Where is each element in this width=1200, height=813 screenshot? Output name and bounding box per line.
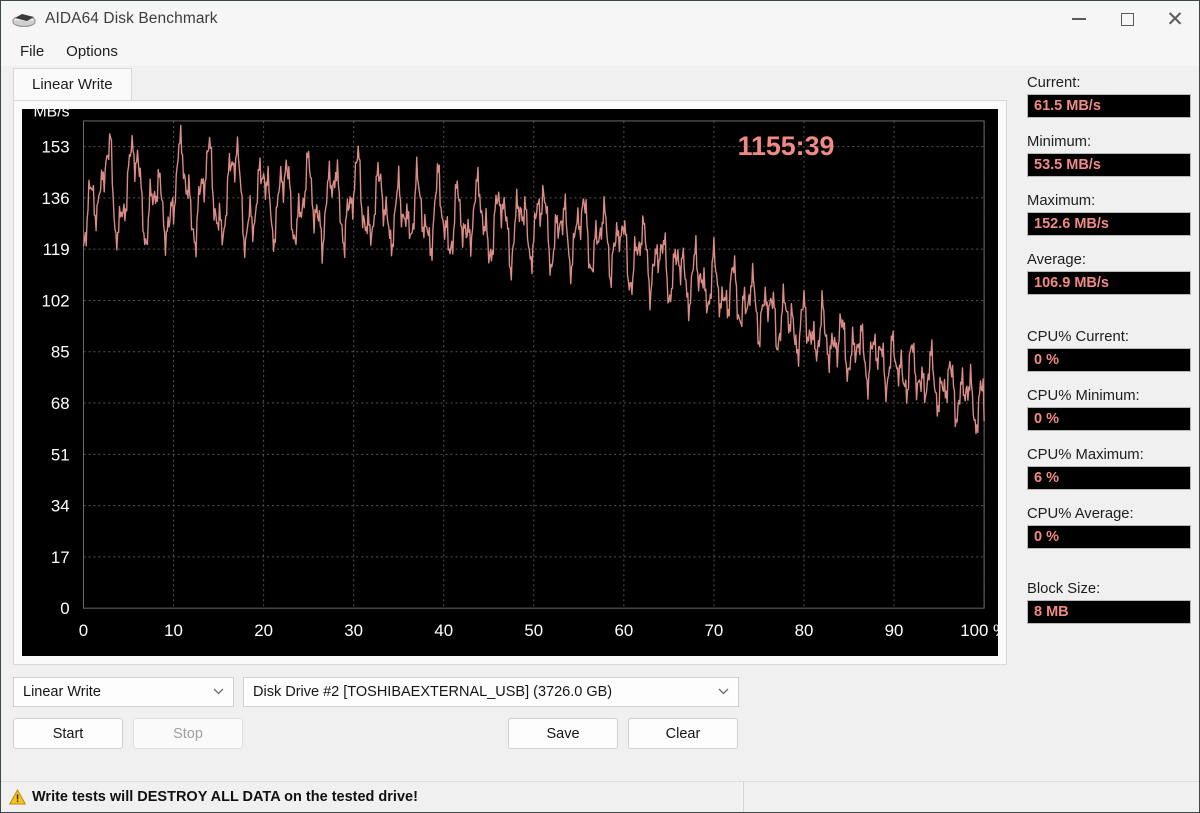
x-axis-tick-label: 0 (79, 621, 88, 640)
y-axis-tick-label: 68 (51, 394, 70, 413)
menu-item-options[interactable]: Options (57, 40, 127, 63)
x-axis-tick-label: 80 (795, 621, 814, 640)
stat-cpu-maximum: CPU% Maximum: 6 % (1027, 447, 1191, 490)
save-button[interactable]: Save (508, 718, 618, 749)
y-axis-tick-label: 34 (51, 497, 70, 516)
disk-drive-value: Disk Drive #2 [TOSHIBAEXTERNAL_USB] (372… (253, 684, 613, 700)
benchmark-chart: 0 17 34 51 68 85 102 119 136 153 MB/s 0 10 20 30 40 50 60… (22, 109, 998, 656)
title-bar: AIDA64 Disk Benchmark ✕ (1, 1, 1199, 37)
tab-strip: Linear Write (1, 66, 1019, 100)
clear-button[interactable]: Clear (628, 718, 738, 749)
stat-label: CPU% Average: (1027, 506, 1134, 522)
tab-linear-write[interactable]: Linear Write (13, 68, 132, 100)
chevron-down-icon (213, 687, 227, 698)
window-title: AIDA64 Disk Benchmark (45, 10, 218, 27)
disk-drive-select[interactable]: Disk Drive #2 [TOSHIBAEXTERNAL_USB] (372… (243, 677, 739, 707)
stat-label: CPU% Current: (1027, 329, 1129, 345)
maximize-button[interactable] (1103, 1, 1151, 37)
x-axis-tick-label: 30 (344, 621, 363, 640)
stat-value: 152.6 MB/s (1027, 212, 1191, 236)
stat-value: 6 % (1027, 466, 1191, 490)
maximize-icon (1120, 12, 1134, 26)
stat-value: 106.9 MB/s (1027, 271, 1191, 295)
y-axis-unit-label: MB/s (33, 109, 69, 121)
stat-value: 0 % (1027, 348, 1191, 372)
stat-value: 8 MB (1027, 600, 1191, 624)
y-axis-tick-label: 136 (42, 189, 70, 208)
window-body: Linear Write 0 17 34 51 68 85 102 119 136 153 MB/s… (1, 66, 1199, 781)
stats-panel: Current: 61.5 MB/s Minimum: 53.5 MB/s Ma… (1019, 66, 1199, 781)
x-axis-tick-label: 60 (614, 621, 633, 640)
stat-value: 61.5 MB/s (1027, 94, 1191, 118)
disk-drive-icon (9, 8, 39, 30)
stat-label: Current: (1027, 75, 1081, 91)
stat-value: 0 % (1027, 407, 1191, 431)
stat-maximum: Maximum: 152.6 MB/s (1027, 193, 1191, 236)
aida64-disk-benchmark-window: AIDA64 Disk Benchmark ✕ File Options Lin… (0, 0, 1200, 813)
close-button[interactable]: ✕ (1151, 1, 1199, 37)
stat-label: Maximum: (1027, 193, 1096, 209)
menu-bar: File Options (1, 37, 1199, 66)
x-axis-tick-label: 20 (254, 621, 273, 640)
status-warning-text: Write tests will DESTROY ALL DATA on the… (32, 789, 418, 805)
test-mode-value: Linear Write (23, 684, 101, 700)
elapsed-timer: 1155:39 (738, 131, 835, 161)
stat-value: 0 % (1027, 525, 1191, 549)
chart-svg: 0 17 34 51 68 85 102 119 136 153 MB/s 0 10 20 30 40 50 60… (33, 109, 998, 640)
y-axis-tick-label: 51 (51, 445, 70, 464)
stop-button[interactable]: Stop (133, 718, 243, 749)
stat-label: Block Size: (1027, 581, 1101, 597)
stat-label: Minimum: (1027, 134, 1092, 150)
x-axis-tick-label: 40 (434, 621, 453, 640)
y-axis-tick-label: 0 (60, 599, 69, 618)
stat-minimum: Minimum: 53.5 MB/s (1027, 134, 1191, 177)
status-bar: Write tests will DESTROY ALL DATA on the… (1, 781, 1199, 812)
minimize-button[interactable] (1055, 1, 1103, 37)
x-axis-tick-label: 100 % (960, 621, 998, 640)
start-button[interactable]: Start (13, 718, 123, 749)
button-row: Start Stop Save Clear (13, 718, 1007, 749)
test-mode-select[interactable]: Linear Write (13, 677, 234, 707)
stat-average: Average: 106.9 MB/s (1027, 252, 1191, 295)
menu-item-file[interactable]: File (11, 40, 53, 63)
y-axis-tick-label: 85 (51, 343, 70, 362)
y-axis-tick-label: 153 (42, 138, 70, 157)
stat-cpu-current: CPU% Current: 0 % (1027, 329, 1191, 372)
status-warning-cell: Write tests will DESTROY ALL DATA on the… (1, 782, 744, 812)
main-panel: Linear Write 0 17 34 51 68 85 102 119 136 153 MB/s… (1, 66, 1019, 781)
controls-area: Linear Write Disk Drive #2 [TOSHIBAEXTER… (1, 665, 1019, 781)
y-axis-tick-label: 102 (42, 291, 70, 310)
stat-label: CPU% Minimum: (1027, 388, 1140, 404)
stat-label: Average: (1027, 252, 1086, 268)
chart-panel: 0 17 34 51 68 85 102 119 136 153 MB/s 0 10 20 30 40 50 60… (13, 100, 1007, 665)
x-axis-tick-label: 90 (885, 621, 904, 640)
chevron-down-icon (718, 687, 732, 698)
y-axis-tick-label: 119 (43, 240, 70, 259)
close-icon: ✕ (1166, 7, 1184, 31)
x-axis-tick-label: 50 (524, 621, 543, 640)
x-axis-tick-label: 10 (164, 621, 183, 640)
warning-triangle-icon (8, 788, 27, 805)
status-secondary-cell (744, 782, 752, 812)
y-axis-tick-label: 17 (51, 548, 70, 567)
minimize-icon (1072, 18, 1086, 20)
stat-current: Current: 61.5 MB/s (1027, 75, 1191, 118)
stat-cpu-average: CPU% Average: 0 % (1027, 506, 1191, 549)
x-axis-tick-label: 70 (705, 621, 724, 640)
selector-row: Linear Write Disk Drive #2 [TOSHIBAEXTER… (13, 677, 1007, 707)
window-controls: ✕ (1055, 1, 1199, 37)
stat-block-size: Block Size: 8 MB (1027, 581, 1191, 624)
stat-cpu-minimum: CPU% Minimum: 0 % (1027, 388, 1191, 431)
stat-label: CPU% Maximum: (1027, 447, 1144, 463)
stat-value: 53.5 MB/s (1027, 153, 1191, 177)
